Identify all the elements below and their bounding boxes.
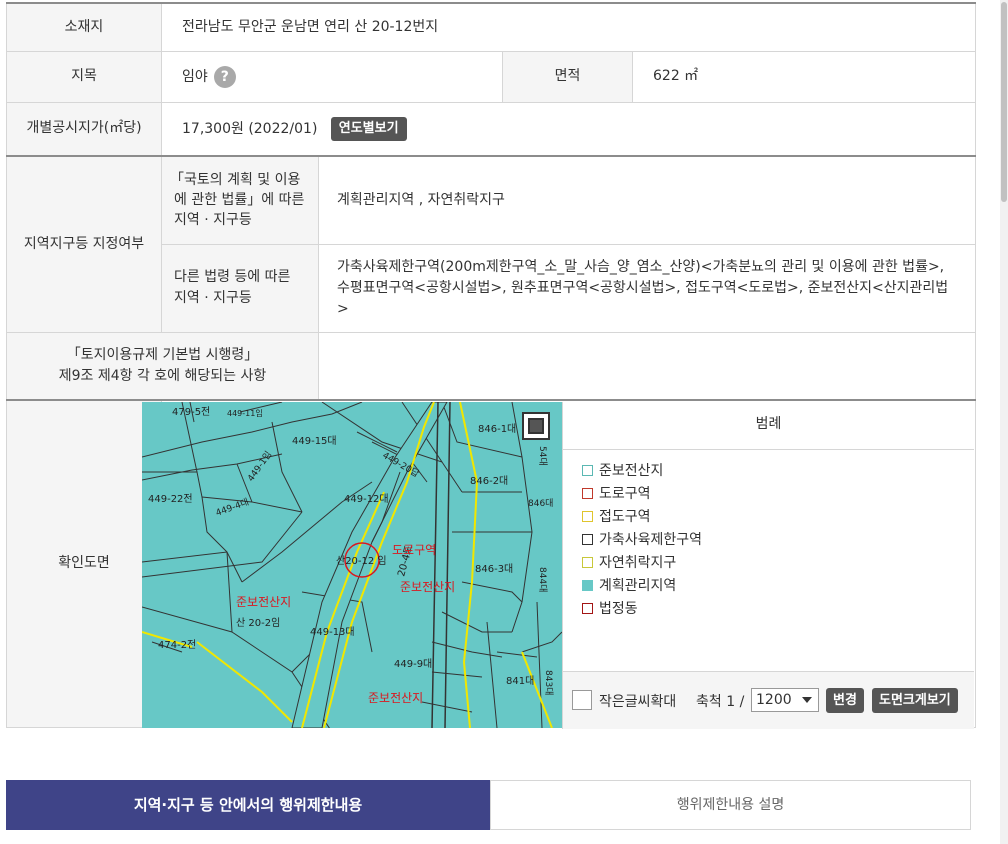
legend-item: 자연취락지구 (582, 552, 702, 575)
map-label-4: 449-1임 (245, 449, 275, 484)
map-label-10: 449-22전 (148, 493, 193, 505)
cadastral-map[interactable]: 479-5전 449-11임 449-15대 449-1임 846-1대 449… (142, 402, 562, 728)
map-label-12: 산20-12 임 (336, 554, 387, 567)
legend-swatch-icon (582, 556, 593, 568)
legend-item-label: 준보전산지 (599, 463, 664, 479)
map-label-18: 449-13대 (310, 626, 355, 638)
map-label-20: 449-9대 (394, 658, 432, 670)
national-law-label-line2: 에 관한 법률」에 따른 (174, 192, 305, 209)
legend-swatch-icon (582, 464, 593, 476)
map-svg: 479-5전 449-11임 449-15대 449-1임 846-1대 449… (142, 402, 562, 728)
national-law-label: 「국토의 계획 및 이용 에 관한 법률」에 따른 지역 · 지구등 (161, 155, 319, 245)
land-category-cell: 임야? (161, 50, 503, 103)
big-map-button[interactable]: 도면크게보기 (872, 688, 958, 713)
legend-swatch-icon (582, 533, 593, 545)
location-label: 소재지 (6, 2, 162, 52)
small-font-checkbox[interactable] (572, 690, 592, 710)
enforcement-value (317, 331, 977, 401)
yearly-view-button[interactable]: 연도별보기 (330, 116, 407, 141)
other-law-value: 가축사육제한구역(200m제한구역_소_말_사슴_양_염소_산양)<가축분뇨의 … (317, 243, 977, 333)
price-value: 17,300원 (2022/01) (182, 120, 318, 137)
scale-value: 1200 (756, 692, 792, 708)
map-label-road-zone: 도로구역 (392, 543, 436, 557)
map-label-23: 844대 (537, 567, 548, 592)
map-expand-icon[interactable] (522, 412, 550, 440)
legend-swatch-icon (582, 487, 593, 499)
legend-swatch-icon (582, 579, 593, 591)
other-law-label: 다른 법령 등에 따른 지역 · 지구등 (161, 243, 319, 333)
map-label-forest-2: 준보전산지 (400, 580, 455, 594)
scale-change-button[interactable]: 변경 (826, 688, 864, 713)
legend-item-label: 접도구역 (599, 509, 651, 525)
map-label-5: 846-1대 (478, 423, 516, 435)
map-label-9: 846대 (528, 498, 553, 509)
map-label-8: 846-2대 (470, 475, 508, 487)
map-label-14: 846-3대 (475, 563, 513, 575)
legend-title: 범례 (563, 402, 974, 450)
price-label: 개별공시지가(㎡당) (6, 101, 162, 157)
map-label-2: 449-11임 (227, 409, 263, 418)
enforcement-label-line2: 제9조 제4항 각 호에 해당되는 사항 (58, 367, 267, 384)
legend-item-label: 자연취락지구 (599, 555, 677, 571)
map-label-7: 449-12대 (344, 493, 389, 505)
legend-item-label: 가축사육제한구역 (599, 532, 703, 548)
legend-item: 준보전산지 (582, 460, 702, 483)
map-label-forest-1: 준보전산지 (236, 595, 291, 609)
small-font-label: 작은글씨확대 (599, 694, 677, 710)
enforcement-label: 「토지이용규제 기본법 시행령」 제9조 제4항 각 호에 해당되는 사항 (6, 331, 319, 401)
legend-swatch-icon (582, 510, 593, 522)
map-label-3: 449-15대 (292, 435, 337, 447)
legend-item: 가축사육제한구역 (582, 529, 702, 552)
price-cell: 17,300원 (2022/01) 연도별보기 (160, 101, 977, 157)
map-tools-bar: 작은글씨확대 축척 1 / 1200 변경 도면크게보기 (563, 671, 974, 729)
land-category-value: 임야 (182, 68, 208, 85)
legend-item: 법정동 (582, 598, 702, 621)
map-label-24: 843대 (543, 670, 554, 695)
tab-restrictions[interactable]: 지역·지구 등 안에서의 행위제한내용 (6, 780, 490, 830)
other-law-label-line2: 지역 · 지구등 (174, 290, 252, 306)
legend-list: 준보전산지도로구역접도구역가축사육제한구역자연취락지구계획관리지역법정동 (582, 460, 702, 621)
scale-label: 축척 1 / (696, 694, 745, 710)
help-icon[interactable]: ? (213, 65, 236, 88)
map-label: 확인도면 (6, 399, 162, 728)
tab-restrictions-description[interactable]: 행위제한내용 설명 (490, 780, 971, 830)
legend-item-label: 법정동 (599, 601, 638, 617)
legend-item-label: 계획관리지역 (599, 578, 677, 594)
legend-item: 접도구역 (582, 506, 702, 529)
map-label-21: 841대 (506, 675, 534, 687)
land-category-label: 지목 (6, 50, 162, 103)
zone-label: 지역지구등 지정여부 (6, 155, 162, 333)
legend-item: 계획관리지역 (582, 575, 702, 598)
national-law-label-line1: 「국토의 계획 및 이용 (170, 172, 301, 189)
map-label-25: 54대 (537, 446, 548, 466)
location-value: 전라남도 무안군 운남면 연리 산 20-12번지 (160, 2, 977, 52)
map-label-17: 산 20-2임 (236, 616, 280, 629)
legend-item: 도로구역 (582, 483, 702, 506)
map-label-1: 479-5전 (172, 406, 210, 418)
national-law-label-line3: 지역 · 지구등 (174, 212, 252, 229)
area-label: 면적 (502, 50, 633, 103)
scale-select[interactable]: 1200 (751, 688, 819, 712)
legend-item-label: 도로구역 (599, 486, 651, 502)
area-value: 622 ㎡ (631, 50, 977, 103)
national-law-value: 계획관리지역 , 자연취락지구 (317, 155, 977, 245)
legend-swatch-icon (582, 602, 593, 614)
map-label-19: 474-2전 (158, 639, 196, 651)
map-label-forest-3: 준보전산지 (368, 691, 423, 705)
other-law-label-line1: 다른 법령 등에 따른 (174, 269, 291, 285)
page-scrollbar[interactable] (1000, 0, 1008, 844)
enforcement-label-line1: 「토지이용규제 기본법 시행령」 (66, 346, 259, 363)
scrollbar-thumb[interactable] (1001, 2, 1007, 202)
